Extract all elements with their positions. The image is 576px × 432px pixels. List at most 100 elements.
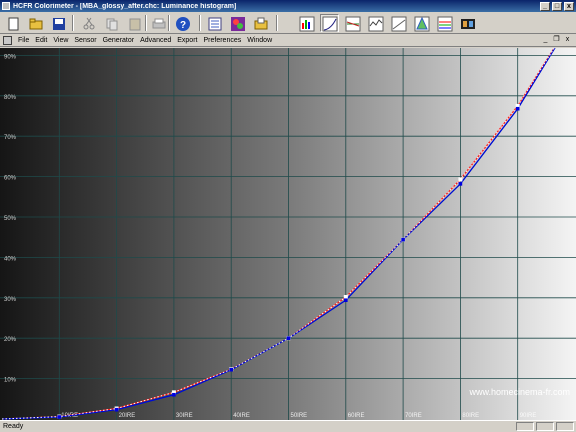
toolbar-separator — [168, 15, 170, 31]
color-temperature-button[interactable] — [366, 14, 385, 32]
measured-point — [57, 415, 62, 419]
x-tick-label: 40IRE — [233, 413, 250, 419]
measured-point — [458, 182, 463, 186]
status-pane-2 — [536, 422, 554, 431]
menu-file[interactable]: File — [18, 37, 29, 44]
new-icon — [8, 17, 19, 31]
x-tick-label: 80IRE — [462, 413, 479, 419]
open-folder-view-button[interactable] — [251, 14, 270, 32]
app-icon — [2, 2, 10, 10]
toolbar-separator — [199, 15, 201, 31]
luminance-chart[interactable]: 10% 20% 30% 40% 50% 60% 70% 80% 90% 10IRE 20IRE 30… — [0, 48, 576, 420]
status-bar: Ready — [0, 420, 576, 432]
mdi-restore-button[interactable]: ❐ — [552, 35, 561, 44]
copy-button[interactable] — [102, 14, 121, 32]
menu-window[interactable]: Window — [247, 37, 272, 44]
y-tick-label: 50% — [4, 216, 17, 222]
open-button[interactable] — [26, 14, 45, 32]
mdi-minimize-button[interactable]: _ — [541, 35, 550, 44]
measured-point — [344, 298, 348, 303]
document-icon[interactable] — [3, 35, 12, 45]
x-tick-label: 30IRE — [176, 413, 193, 419]
gamma-histogram-button[interactable] — [343, 14, 362, 32]
y-tick-label: 90% — [4, 54, 17, 60]
reference-point — [343, 294, 348, 299]
reference-point — [458, 177, 463, 182]
rgb-histogram-button[interactable] — [297, 14, 316, 32]
print-button[interactable] — [149, 14, 168, 32]
measured-point — [401, 237, 405, 242]
film-icon — [461, 19, 475, 29]
cie-chart-button[interactable] — [412, 14, 431, 32]
menu-sensor[interactable]: Sensor — [74, 37, 96, 44]
cie-chart-icon — [414, 16, 430, 32]
save-button[interactable] — [49, 14, 68, 32]
gamut-view-icon — [231, 17, 245, 31]
status-text: Ready — [3, 423, 24, 430]
open-icon — [29, 18, 43, 30]
minimize-button[interactable]: _ — [540, 1, 550, 11]
save-icon — [53, 18, 65, 30]
measured-point — [286, 336, 291, 340]
measured-point — [229, 367, 233, 372]
svg-text:?: ? — [180, 20, 186, 31]
measured-point — [515, 106, 520, 111]
menu-generator[interactable]: Generator — [103, 37, 135, 44]
copy-icon — [106, 18, 118, 31]
maximize-button[interactable]: □ — [552, 1, 562, 11]
y-tick-label: 60% — [4, 176, 17, 182]
watermark: www.homecinema-fr.com — [468, 387, 570, 397]
y-tick-label: 40% — [4, 256, 17, 262]
luminance-histogram-button[interactable] — [320, 14, 339, 32]
help-icon: ? — [176, 17, 190, 31]
chart-svg: 10%20%30%40%50%60%70%80%90% 10IRE 20IRE 30… — [0, 48, 576, 420]
menu-view[interactable]: View — [53, 37, 68, 44]
color-temperature-icon — [368, 16, 384, 32]
film-button[interactable] — [458, 14, 477, 32]
delta-e-icon — [391, 16, 407, 32]
window-title: HCFR Colorimeter - [MBA_glossy_after.chc… — [13, 2, 237, 10]
close-button[interactable]: x — [564, 1, 574, 11]
rgb-histogram-icon — [299, 16, 315, 32]
paste-button[interactable] — [125, 14, 144, 32]
multi-curve-icon — [437, 16, 453, 32]
help-button[interactable]: ? — [173, 14, 192, 32]
x-tick-label: 20IRE — [119, 413, 136, 419]
menu-preferences[interactable]: Preferences — [203, 37, 241, 44]
y-tick-label: 20% — [4, 337, 17, 343]
menu-edit[interactable]: Edit — [35, 37, 47, 44]
delta-e-button[interactable] — [389, 14, 408, 32]
new-button[interactable] — [3, 14, 22, 32]
x-tick-label: 50IRE — [291, 413, 308, 419]
measures-view-button[interactable] — [205, 14, 224, 32]
title-bar: HCFR Colorimeter - [MBA_glossy_after.chc… — [0, 0, 576, 12]
cut-icon — [83, 17, 95, 30]
menu-bar: File Edit View Sensor Generator Advanced… — [0, 34, 576, 47]
menu-export[interactable]: Export — [177, 37, 197, 44]
y-tick-label: 70% — [4, 135, 17, 141]
measures-view-icon — [208, 17, 222, 31]
y-tick-label: 80% — [4, 95, 17, 101]
measured-point — [114, 407, 119, 412]
paste-icon — [129, 18, 141, 31]
measured-point — [172, 392, 176, 397]
luminance-histogram-icon — [322, 16, 338, 32]
gamut-view-button[interactable] — [228, 14, 247, 32]
chart-background — [0, 48, 576, 420]
gamma-histogram-icon — [345, 16, 361, 32]
menu-advanced[interactable]: Advanced — [140, 37, 171, 44]
cut-button[interactable] — [79, 14, 98, 32]
open-folder-view-icon — [254, 17, 268, 30]
toolbar: ? — [0, 12, 576, 34]
multi-curve-button[interactable] — [435, 14, 454, 32]
status-pane-1 — [516, 422, 534, 431]
x-tick-label: 90IRE — [520, 413, 537, 419]
x-tick-label: 60IRE — [348, 413, 365, 419]
y-tick-label: 30% — [4, 297, 17, 303]
status-pane-3 — [556, 422, 574, 431]
x-tick-label: 70IRE — [405, 413, 422, 419]
mdi-close-button[interactable]: x — [563, 35, 572, 44]
toolbar-separator — [145, 15, 147, 31]
print-icon — [152, 18, 166, 29]
toolbar-separator — [276, 15, 278, 31]
